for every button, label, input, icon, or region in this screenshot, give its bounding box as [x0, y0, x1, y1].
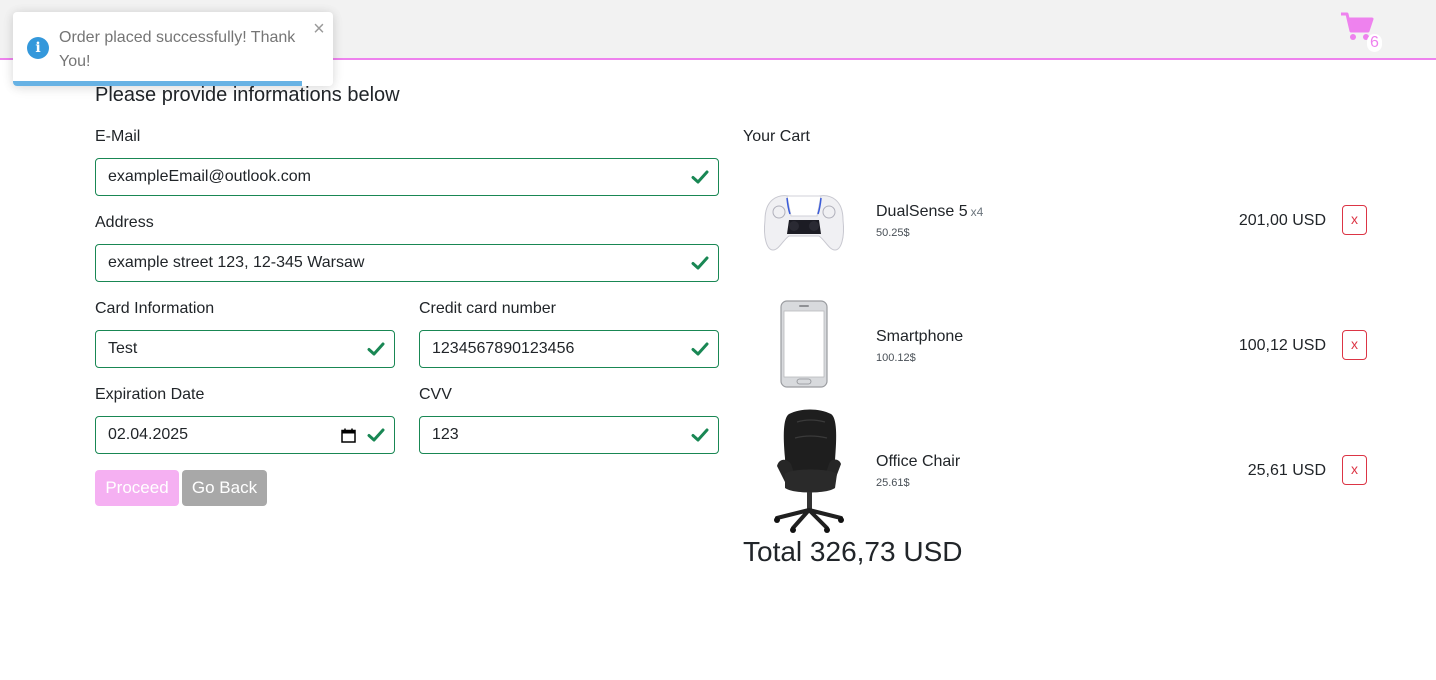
cart-item-name: Office Chair: [876, 453, 963, 471]
cart-item-office-chair: Office Chair 25.61$ 25,61 USD x: [743, 408, 1383, 533]
cvv-field-wrapper: [419, 416, 719, 454]
cart-total: Total 326,73 USD: [743, 536, 963, 567]
email-label: E-Mail: [95, 128, 141, 145]
expiration-field-wrapper: [95, 416, 395, 454]
go-back-button[interactable]: Go Back: [182, 470, 267, 506]
cvv-label: CVV: [419, 386, 452, 403]
item-name-text: DualSense 5: [876, 203, 968, 220]
item-total-price: 201,00 USD: [1238, 212, 1326, 229]
card-number-label: Credit card number: [419, 300, 556, 317]
address-field-wrapper: [95, 244, 719, 282]
success-toast: i Order placed successfully! Thank You! …: [13, 12, 333, 86]
address-label: Address: [95, 214, 154, 231]
remove-item-button[interactable]: x: [1342, 455, 1367, 485]
cart-item-name: Smartphone: [876, 328, 966, 346]
expiration-label: Expiration Date: [95, 386, 205, 403]
email-field-wrapper: [95, 158, 719, 196]
card-info-field[interactable]: [96, 331, 394, 367]
card-info-label: Card Information: [95, 300, 215, 317]
smartphone-image: [780, 300, 828, 388]
valid-check-icon: [691, 170, 709, 184]
card-number-field[interactable]: [420, 331, 718, 367]
valid-check-icon: [367, 428, 385, 442]
item-total-price: 100,12 USD: [1238, 337, 1326, 354]
cart-item-dualsense: DualSense 5 x4 50.25$ 201,00 USD x: [743, 158, 1383, 283]
card-info-field-wrapper: [95, 330, 395, 368]
valid-check-icon: [691, 342, 709, 356]
cart-item-name: DualSense 5 x4: [876, 203, 983, 221]
office-chair-image: [774, 409, 844, 533]
info-icon: i: [27, 37, 49, 59]
cart-button[interactable]: 6: [1340, 12, 1386, 54]
item-total-price: 25,61 USD: [1247, 462, 1326, 479]
valid-check-icon: [691, 256, 709, 270]
toast-message: Order placed successfully! Thank You!: [59, 29, 296, 70]
item-unit-price: 25.61$: [876, 477, 910, 489]
cart-count-badge: 6: [1367, 34, 1382, 52]
item-unit-price: 50.25$: [876, 227, 910, 239]
item-unit-price: 100.12$: [876, 352, 916, 364]
valid-check-icon: [367, 342, 385, 356]
remove-item-button[interactable]: x: [1342, 205, 1367, 235]
item-quantity: x4: [970, 205, 984, 219]
item-name-text: Smartphone: [876, 328, 964, 345]
cart-item-smartphone: Smartphone 100.12$ 100,12 USD x: [743, 283, 1383, 408]
calendar-icon[interactable]: [341, 428, 356, 443]
proceed-button[interactable]: Proceed: [95, 470, 179, 506]
cart-title: Your Cart: [743, 128, 810, 145]
controller-image: [764, 195, 844, 251]
item-name-text: Office Chair: [876, 453, 961, 470]
toast-progress-bar: [13, 81, 302, 86]
remove-item-button[interactable]: x: [1342, 330, 1367, 360]
card-number-field-wrapper: [419, 330, 719, 368]
cvv-field[interactable]: [420, 417, 718, 453]
form-title: Please provide informations below: [95, 84, 400, 106]
email-field[interactable]: [96, 159, 718, 195]
toast-close-button[interactable]: ×: [311, 18, 327, 40]
address-field[interactable]: [96, 245, 718, 281]
valid-check-icon: [691, 428, 709, 442]
